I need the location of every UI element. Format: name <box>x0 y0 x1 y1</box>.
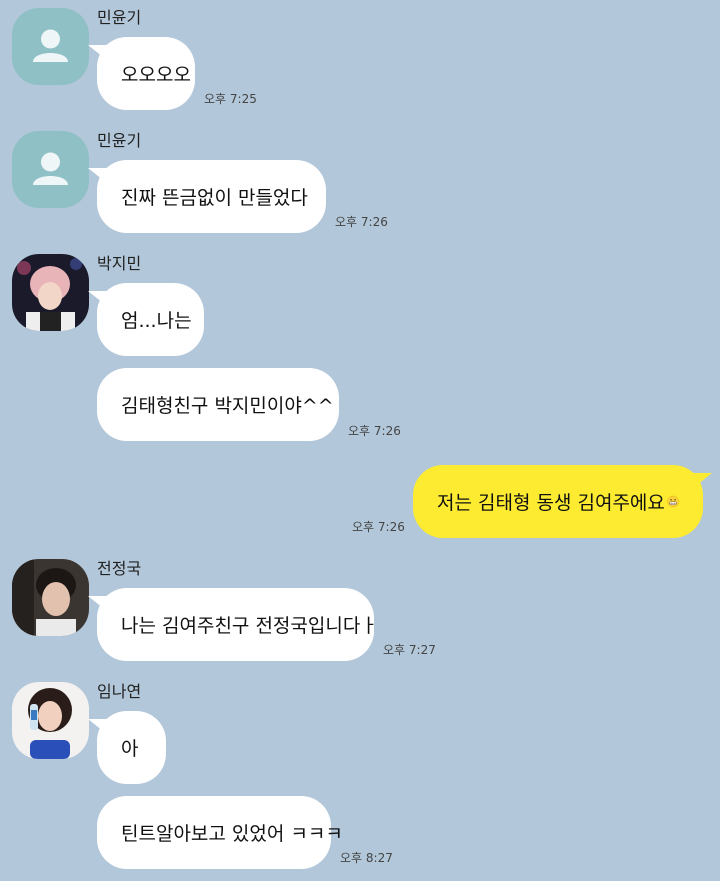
message-bubble[interactable]: 나는 김여주친구 전정국입니다ㅏ <box>88 588 378 661</box>
sender-name: 임나연 <box>97 682 142 701</box>
my-message-bubble[interactable]: 저는 김태형 동생 김여주에요 <box>413 465 712 538</box>
message-text: 진짜 뜬금없이 만들었다 <box>121 187 308 209</box>
profile-photo <box>12 559 89 636</box>
message-text: 아 <box>121 738 139 760</box>
avatar-photo[interactable] <box>12 682 89 759</box>
message-time: 오후 7:26 <box>348 424 401 438</box>
message-text: 틴트알아보고 있었어 ㅋㅋㅋ <box>121 823 343 845</box>
profile-photo <box>12 254 89 331</box>
person-icon <box>33 29 68 62</box>
message-time: 오후 8:27 <box>340 851 393 865</box>
avatar-photo[interactable] <box>12 254 89 331</box>
message-bubble[interactable]: 오오오오 <box>88 37 195 110</box>
message-bubble[interactable]: 엄...나는 <box>88 283 204 356</box>
sender-name: 전정국 <box>97 559 142 578</box>
message-bubble[interactable]: 아 <box>88 711 166 784</box>
message-time: 오후 7:26 <box>352 520 405 534</box>
avatar-default[interactable] <box>12 8 89 85</box>
message-time: 오후 7:25 <box>204 92 257 106</box>
sender-name: 민윤기 <box>97 131 142 150</box>
person-icon <box>33 152 68 185</box>
message-time: 오후 7:26 <box>335 215 388 229</box>
sender-name: 박지민 <box>97 254 142 273</box>
message-bubble[interactable]: 김태형친구 박지민이야^^ <box>97 368 339 441</box>
message-bubble[interactable]: 진짜 뜬금없이 만들었다 <box>88 160 326 233</box>
message-text: 나는 김여주친구 전정국입니다ㅏ <box>121 615 378 637</box>
grinning-face-emoji <box>667 495 679 508</box>
message-text: 김태형친구 박지민이야^^ <box>121 395 334 417</box>
profile-photo <box>12 682 89 759</box>
message-bubble[interactable]: 틴트알아보고 있었어 ㅋㅋㅋ <box>97 796 343 869</box>
sender-name: 민윤기 <box>97 8 142 27</box>
message-text: 오오오오 <box>121 64 191 86</box>
message-time: 오후 7:27 <box>383 643 436 657</box>
message-text: 엄...나는 <box>121 310 192 332</box>
avatar-photo[interactable] <box>12 559 89 636</box>
avatar-default[interactable] <box>12 131 89 208</box>
message-text: 저는 김태형 동생 김여주에요 <box>437 492 665 514</box>
